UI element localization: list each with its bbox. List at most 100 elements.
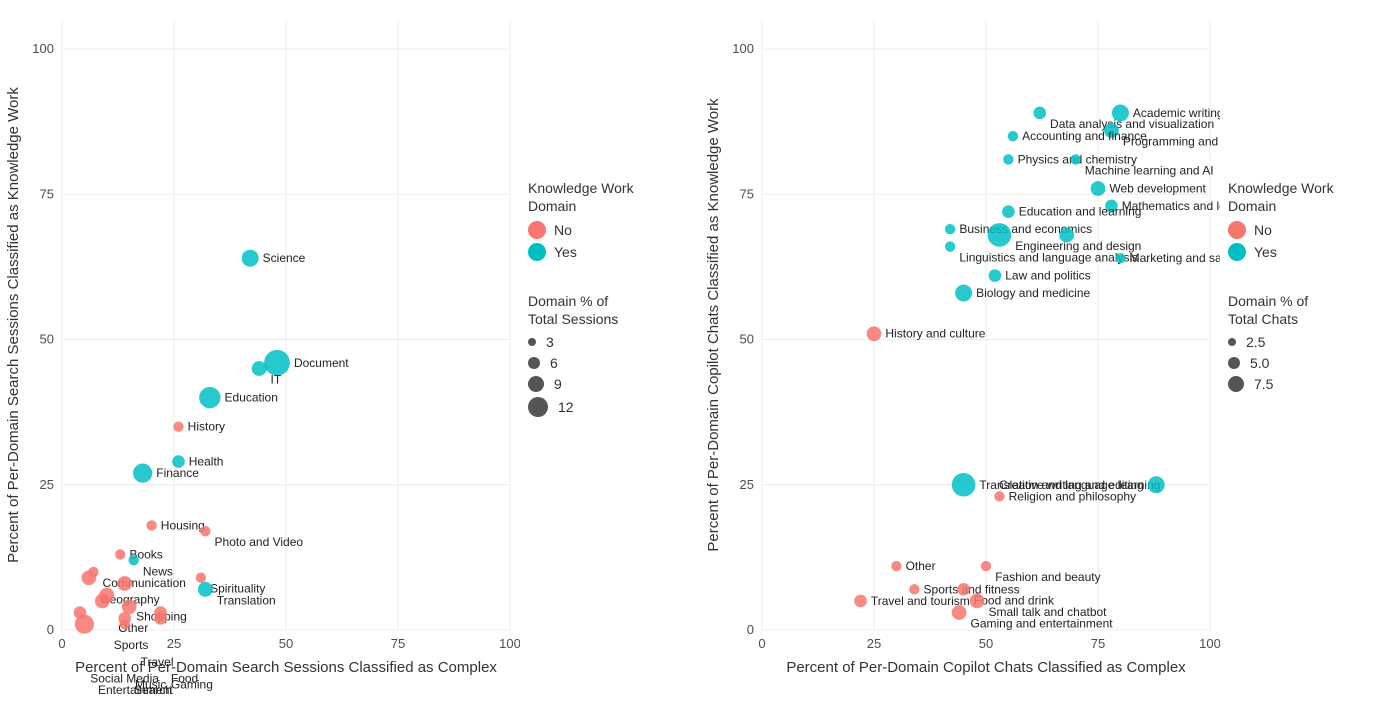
data-point	[891, 561, 901, 571]
svg-text:50: 50	[279, 636, 293, 651]
data-point	[994, 491, 1004, 501]
data-point	[981, 561, 991, 571]
swatch-no-icon	[528, 221, 546, 239]
data-point	[133, 464, 152, 483]
legend-kw-title-l2: Domain	[528, 198, 576, 214]
legend-size-title: Domain % of Total Chats	[1228, 293, 1400, 328]
data-point	[1002, 205, 1015, 218]
svg-text:50: 50	[740, 332, 754, 347]
data-point-label: Entertainment	[98, 683, 173, 697]
legend-size-title-l2: Total Sessions	[528, 311, 618, 327]
size-label: 7.5	[1254, 376, 1273, 392]
size-dot-icon	[528, 338, 536, 346]
legend-size-item: 7.5	[1228, 376, 1400, 392]
data-point	[75, 615, 94, 634]
data-point	[957, 583, 970, 596]
data-point	[117, 576, 132, 591]
legend-size-item: 3	[528, 334, 700, 350]
svg-text:25: 25	[740, 477, 754, 492]
data-point	[198, 582, 213, 597]
data-point	[1104, 123, 1119, 138]
legend-yes-label: Yes	[554, 244, 577, 260]
legend-no-label: No	[554, 222, 572, 238]
data-point	[196, 573, 206, 583]
legend-size-item: 5.0	[1228, 355, 1400, 371]
legend-kw-title-l2: Domain	[1228, 198, 1276, 214]
data-point	[146, 520, 156, 530]
legend-item-no: No	[528, 221, 700, 239]
plot-right-col: 02550751000255075100Percent of Per-Domai…	[700, 0, 1220, 726]
svg-text:50: 50	[979, 636, 993, 651]
charts-wrap: 02550751000255075100Percent of Per-Domai…	[0, 0, 1400, 726]
size-label: 12	[558, 399, 574, 415]
legend-no-label: No	[1254, 222, 1272, 238]
data-point	[952, 605, 967, 620]
legend-size-title: Domain % of Total Sessions	[528, 293, 700, 328]
svg-text:Percent of Per-Domain Search S: Percent of Per-Domain Search Sessions Cl…	[5, 87, 22, 563]
scatter-plot-right: 02550751000255075100Percent of Per-Domai…	[700, 0, 1220, 700]
legend-yes-label: Yes	[1254, 244, 1277, 260]
swatch-yes-icon	[1228, 243, 1246, 261]
svg-text:0: 0	[47, 622, 54, 637]
legend-kw-title-l1: Knowledge Work	[1228, 180, 1334, 196]
data-point	[1091, 181, 1106, 196]
data-point	[945, 241, 955, 251]
data-point	[1033, 107, 1046, 120]
swatch-yes-icon	[528, 243, 546, 261]
data-point	[988, 223, 1012, 247]
svg-text:75: 75	[391, 636, 405, 651]
data-point	[120, 619, 130, 629]
legend-right: Knowledge Work Domain No Yes Domain % of…	[1220, 0, 1400, 726]
legend-size-title-l1: Domain % of	[528, 293, 608, 309]
scatter-plot-left: 02550751000255075100Percent of Per-Domai…	[0, 0, 520, 700]
data-point	[173, 421, 183, 431]
data-point	[854, 595, 867, 608]
data-point	[199, 387, 220, 408]
size-label: 6	[550, 355, 558, 371]
svg-text:75: 75	[40, 186, 54, 201]
data-point	[154, 612, 167, 625]
data-point	[1148, 476, 1165, 493]
data-point	[122, 599, 137, 614]
data-point	[970, 594, 985, 609]
size-label: 3	[546, 334, 554, 350]
data-point	[172, 455, 185, 468]
data-point	[955, 285, 972, 302]
size-dot-icon	[1228, 376, 1244, 392]
data-point	[95, 594, 110, 609]
plot-left-col: 02550751000255075100Percent of Per-Domai…	[0, 0, 520, 726]
data-point	[909, 584, 919, 594]
svg-text:50: 50	[40, 332, 54, 347]
data-point	[81, 570, 96, 585]
data-point	[1059, 228, 1074, 243]
legend-kw-title: Knowledge Work Domain	[1228, 180, 1400, 215]
legend-size-item: 6	[528, 355, 700, 371]
data-point-label: Search	[134, 683, 172, 697]
data-point	[242, 250, 259, 267]
data-point-label: Sports	[114, 638, 149, 652]
size-dot-icon	[528, 357, 540, 369]
svg-text:25: 25	[867, 636, 881, 651]
legend-left: Knowledge Work Domain No Yes Domain % of…	[520, 0, 700, 726]
data-point	[115, 549, 125, 559]
data-point	[1105, 200, 1118, 213]
legend-kw-title-l1: Knowledge Work	[528, 180, 634, 196]
svg-text:25: 25	[40, 477, 54, 492]
data-point	[264, 350, 290, 376]
legend-item-yes: Yes	[1228, 243, 1400, 261]
svg-text:0: 0	[58, 636, 65, 651]
size-dot-icon	[528, 397, 548, 417]
data-point	[945, 224, 955, 234]
legend-kw-title: Knowledge Work Domain	[528, 180, 700, 215]
svg-text:0: 0	[747, 622, 754, 637]
data-point	[128, 555, 138, 565]
data-point	[989, 269, 1002, 282]
svg-text:Percent of Per-Domain Search S: Percent of Per-Domain Search Sessions Cl…	[75, 659, 497, 676]
legend-size-item: 2.5	[1228, 334, 1400, 350]
data-point-label: Music	[135, 677, 166, 691]
panel-left: 02550751000255075100Percent of Per-Domai…	[0, 0, 700, 726]
svg-text:75: 75	[740, 186, 754, 201]
size-label: 2.5	[1246, 334, 1265, 350]
size-dot-icon	[528, 376, 544, 392]
data-point	[1008, 131, 1018, 141]
